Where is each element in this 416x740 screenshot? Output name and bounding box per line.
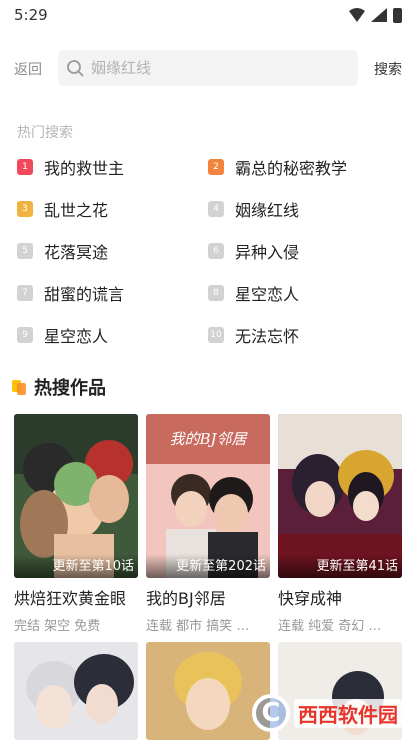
wifi-icon (349, 8, 365, 22)
hot-search-item[interactable]: 3 乱世之花 (17, 188, 108, 230)
watermark-logo: C (252, 694, 290, 732)
rank-badge: 5 (17, 243, 33, 259)
comic-cover: 我的BJ邻居 更新至第202话 (146, 414, 270, 578)
search-box[interactable] (58, 50, 358, 86)
comic-tags: 连载 纯爱 奇幻 … (278, 619, 382, 634)
comic-cover: 更新至第41话 (278, 414, 402, 578)
signal-icon (371, 8, 387, 22)
hot-search-label: 姻缘红线 (235, 201, 300, 220)
search-input[interactable] (91, 59, 341, 77)
hot-search-label: 花落冥途 (44, 243, 109, 262)
rank-badge: 6 (208, 243, 224, 259)
rank-badge: 9 (17, 327, 33, 343)
comic-title: 快穿成神 (278, 589, 343, 608)
comic-title: 我的BJ邻居 (146, 589, 226, 608)
rank-badge: 8 (208, 285, 224, 301)
svg-text:我的BJ邻居: 我的BJ邻居 (169, 430, 248, 448)
comic-card[interactable]: 我的BJ邻居 更新至第202话 我的BJ邻居 连载 都市 搞笑 … (146, 414, 270, 634)
hot-works-header: 热搜作品 (12, 374, 106, 400)
comic-card[interactable]: 更新至第10话 烘焙狂欢黄金眼 完结 架空 免费 (14, 414, 138, 634)
section-icon (12, 378, 28, 396)
hot-search-label: 我的救世主 (44, 159, 125, 178)
hot-search-label: 星空恋人 (44, 327, 109, 346)
status-bar: 5:29 (0, 0, 416, 30)
search-row: 返回 搜索 (0, 50, 416, 86)
rank-badge: 4 (208, 201, 224, 217)
status-time: 5:29 (14, 6, 48, 24)
hot-search-item[interactable]: 5 花落冥途 (17, 230, 108, 272)
comic-card[interactable] (14, 642, 138, 740)
update-badge: 更新至第41话 (278, 554, 402, 578)
hot-search-item[interactable]: 8 星空恋人 (208, 272, 299, 314)
search-button[interactable]: 搜索 (374, 59, 402, 79)
hot-search-item[interactable]: 4 姻缘红线 (208, 188, 299, 230)
rank-badge: 3 (17, 201, 33, 217)
comic-title: 烘焙狂欢黄金眼 (14, 589, 127, 608)
hot-search-label: 乱世之花 (44, 201, 109, 220)
hot-search-item[interactable]: 6 异种入侵 (208, 230, 299, 272)
hot-search-label: 无法忘怀 (235, 327, 300, 346)
battery-icon (393, 7, 402, 23)
hot-search-item[interactable]: 9 星空恋人 (17, 314, 108, 356)
search-icon (67, 60, 84, 77)
hot-search-item[interactable]: 10 无法忘怀 (208, 314, 299, 356)
hot-search-item[interactable]: 7 甜蜜的谎言 (17, 272, 124, 314)
comic-card[interactable]: 更新至第41话 快穿成神 连载 纯爱 奇幻 … (278, 414, 402, 634)
rank-badge: 2 (208, 159, 224, 175)
cover-art (14, 642, 138, 740)
watermark-text: 西西软件园 (294, 698, 402, 728)
comic-tags: 连载 都市 搞笑 … (146, 619, 250, 634)
back-button[interactable]: 返回 (14, 59, 42, 79)
hot-search-label: 星空恋人 (235, 285, 300, 304)
status-icons (349, 7, 402, 23)
rank-badge: 1 (17, 159, 33, 175)
rank-badge: 10 (208, 327, 224, 343)
hot-search-label: 异种入侵 (235, 243, 300, 262)
comic-tags: 完结 架空 免费 (14, 619, 101, 634)
hot-search-label: 甜蜜的谎言 (44, 285, 125, 304)
rank-badge: 7 (17, 285, 33, 301)
update-badge: 更新至第202话 (146, 554, 270, 578)
update-badge: 更新至第10话 (14, 554, 138, 578)
hot-search-label: 霸总的秘密教学 (235, 159, 348, 178)
comic-cover: 更新至第10话 (14, 414, 138, 578)
hot-search-item[interactable]: 1 我的救世主 (17, 146, 124, 188)
hot-search-item[interactable]: 2 霸总的秘密教学 (208, 146, 347, 188)
watermark: C 西西软件园 (252, 694, 402, 732)
hot-search-title: 热门搜索 (17, 125, 73, 141)
hot-works-title: 热搜作品 (34, 378, 106, 399)
